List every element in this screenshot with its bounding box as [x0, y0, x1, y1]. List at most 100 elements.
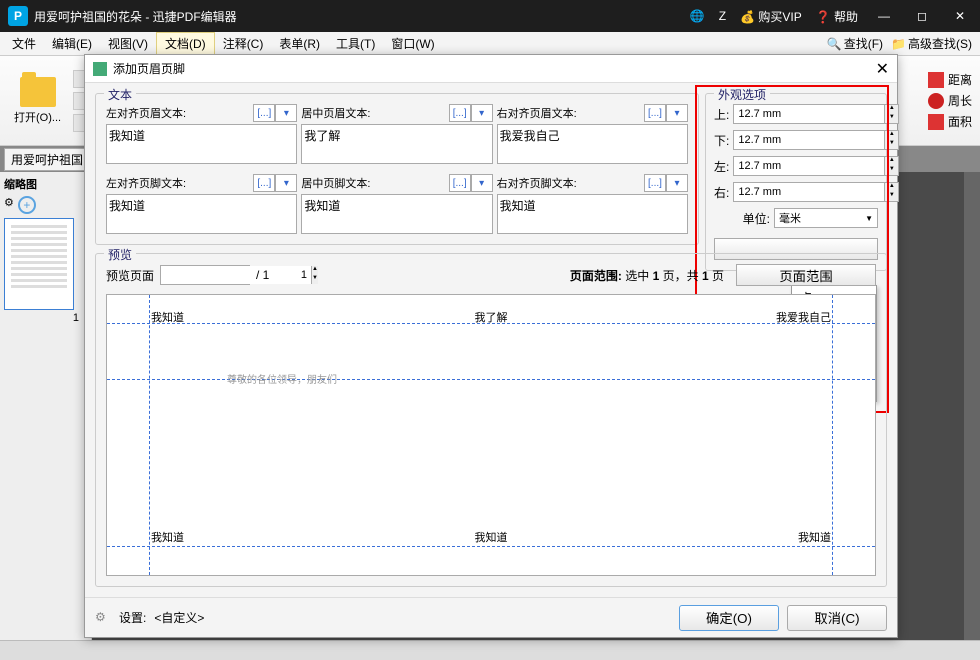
margin-top-label: 上:	[714, 106, 729, 123]
minimize-button[interactable]: —	[872, 9, 896, 23]
page-thumbnail[interactable]	[4, 218, 74, 310]
dialog-close-button[interactable]: ✕	[876, 59, 889, 79]
insert-button-fr[interactable]: [...]	[644, 174, 666, 192]
app-logo: P	[8, 6, 28, 26]
margin-right-label: 右:	[714, 184, 729, 201]
vip-button[interactable]: 💰 购买VIP	[740, 8, 802, 25]
insert-arrow-fc[interactable]: ▾	[471, 174, 493, 192]
header-footer-dialog: 添加页眉页脚 ✕ 文本 左对齐页眉文本:[...]▾ 我知道 居中页眉文本:[.…	[84, 54, 898, 638]
menu-document[interactable]: 文档(D)	[156, 32, 215, 55]
insert-arrow-fr[interactable]: ▾	[666, 174, 688, 192]
header-center-input[interactable]: 我了解	[301, 124, 492, 164]
footer-center-label: 居中页脚文本:	[301, 175, 448, 191]
dialog-icon	[93, 62, 107, 76]
appearance-fieldset: 外观选项 上:▲▼ 下:▲▼ 左:▲▼ 右:▲▼ 单位:毫米▼	[705, 93, 887, 271]
margin-bottom-input[interactable]: ▲▼	[733, 130, 899, 150]
perimeter-icon	[928, 93, 944, 109]
preview-footer-left: 我知道	[151, 529, 184, 545]
text-fieldset: 文本 左对齐页眉文本:[...]▾ 我知道 居中页眉文本:[...]▾ 我了解 …	[95, 93, 699, 245]
insert-button-hc[interactable]: [...]	[449, 104, 471, 122]
user-label[interactable]: Z	[719, 9, 726, 23]
distance-icon	[928, 72, 944, 88]
settings-label: 设置:	[119, 609, 146, 626]
titlebar: P 用爱呵护祖国的花朵 - 迅捷PDF编辑器 🌐 Z 💰 购买VIP ❓ 帮助 …	[0, 0, 980, 32]
footer-right-input[interactable]: 我知道	[497, 194, 688, 234]
preview-fieldset: 预览 预览页面 ▲▼ / 1 页面范围: 选中 1 页，共 1 页 页面范围 我…	[95, 253, 887, 587]
open-button[interactable]: 打开(O)...	[8, 73, 67, 129]
thumbnail-title: 缩略图	[4, 176, 87, 192]
status-bar	[0, 640, 980, 660]
settings-value: <自定义>	[154, 609, 204, 626]
menu-file[interactable]: 文件	[4, 33, 44, 54]
insert-button-fc[interactable]: [...]	[449, 174, 471, 192]
preview-header-center: 我了解	[475, 309, 508, 325]
footer-left-input[interactable]: 我知道	[106, 194, 297, 234]
margin-right-input[interactable]: ▲▼	[733, 182, 899, 202]
insert-arrow-hr[interactable]: ▾	[666, 104, 688, 122]
page-range-text: 页面范围: 选中 1 页，共 1 页	[570, 267, 724, 284]
distance-tool[interactable]: 距离	[928, 71, 972, 88]
unit-select[interactable]: 毫米▼	[774, 208, 878, 228]
area-icon	[928, 114, 944, 130]
add-page-button[interactable]: +	[18, 196, 36, 214]
preview-legend: 预览	[104, 246, 136, 263]
footer-right-label: 右对齐页脚文本:	[497, 175, 644, 191]
find-button[interactable]: 🔍查找(F)	[823, 35, 887, 52]
preview-footer-right: 我知道	[798, 529, 831, 545]
preview-page-label: 预览页面	[106, 267, 154, 284]
dialog-titlebar: 添加页眉页脚 ✕	[85, 55, 897, 83]
area-tool[interactable]: 面积	[928, 113, 972, 130]
insert-button-fl[interactable]: [...]	[253, 174, 275, 192]
margin-left-label: 左:	[714, 158, 729, 175]
menu-view[interactable]: 视图(V)	[100, 33, 156, 54]
menubar: 文件 编辑(E) 视图(V) 文档(D) 注释(C) 表单(R) 工具(T) 窗…	[0, 32, 980, 56]
footer-left-label: 左对齐页脚文本:	[106, 175, 253, 191]
header-left-input[interactable]: 我知道	[106, 124, 297, 164]
close-button[interactable]: ✕	[948, 9, 972, 23]
insert-arrow-fl[interactable]: ▾	[275, 174, 297, 192]
header-center-label: 居中页眉文本:	[301, 105, 448, 121]
page-range-button[interactable]: 页面范围	[736, 264, 876, 286]
insert-arrow-hc[interactable]: ▾	[471, 104, 493, 122]
window-title: 用爱呵护祖国的花朵 - 迅捷PDF编辑器	[34, 8, 690, 25]
margin-top-input[interactable]: ▲▼	[733, 104, 899, 124]
menu-tools[interactable]: 工具(T)	[328, 33, 383, 54]
insert-button-hl[interactable]: [...]	[253, 104, 275, 122]
menu-window[interactable]: 窗口(W)	[383, 33, 442, 54]
preview-header-left: 我知道	[151, 309, 184, 325]
menu-form[interactable]: 表单(R)	[271, 33, 328, 54]
preview-footer-center: 我知道	[475, 529, 508, 545]
maximize-button[interactable]: ◻	[910, 9, 934, 23]
preview-page-total: / 1	[256, 268, 269, 282]
preview-body-text: 尊敬的各位领导，朋友们	[227, 371, 337, 386]
dialog-title: 添加页眉页脚	[113, 60, 185, 77]
perimeter-tool[interactable]: 周长	[928, 92, 972, 109]
text-legend: 文本	[104, 86, 136, 103]
thumbnail-page-number: 1	[4, 312, 87, 324]
dialog-footer: ⚙ 设置: <自定义> 确定(O) 取消(C)	[85, 597, 897, 637]
header-left-label: 左对齐页眉文本:	[106, 105, 253, 121]
ok-button[interactable]: 确定(O)	[679, 605, 779, 631]
appearance-legend: 外观选项	[714, 86, 770, 103]
insert-arrow-hl[interactable]: ▾	[275, 104, 297, 122]
gear-icon[interactable]: ⚙	[4, 196, 14, 214]
header-right-label: 右对齐页眉文本:	[497, 105, 644, 121]
footer-center-input[interactable]: 我知道	[301, 194, 492, 234]
header-right-input[interactable]: 我爱我自己	[497, 124, 688, 164]
unit-label: 单位:	[714, 210, 770, 227]
preview-header-right: 我爱我自己	[776, 309, 831, 325]
preview-page-input[interactable]: ▲▼	[160, 265, 250, 285]
help-button[interactable]: ❓ 帮助	[816, 8, 858, 25]
advanced-find-button[interactable]: 📁高级查找(S)	[887, 35, 976, 52]
globe-icon[interactable]: 🌐	[690, 9, 705, 23]
menu-edit[interactable]: 编辑(E)	[44, 33, 100, 54]
margin-left-input[interactable]: ▲▼	[733, 156, 899, 176]
folder-icon	[20, 77, 56, 107]
menu-comment[interactable]: 注释(C)	[215, 33, 272, 54]
cancel-button[interactable]: 取消(C)	[787, 605, 887, 631]
thumbnail-panel: 缩略图 ⚙ + 1	[0, 172, 92, 640]
scrollbar[interactable]	[964, 172, 980, 640]
insert-button-hr[interactable]: [...]	[644, 104, 666, 122]
margin-bottom-label: 下:	[714, 132, 729, 149]
gear-icon[interactable]: ⚙	[95, 610, 111, 626]
